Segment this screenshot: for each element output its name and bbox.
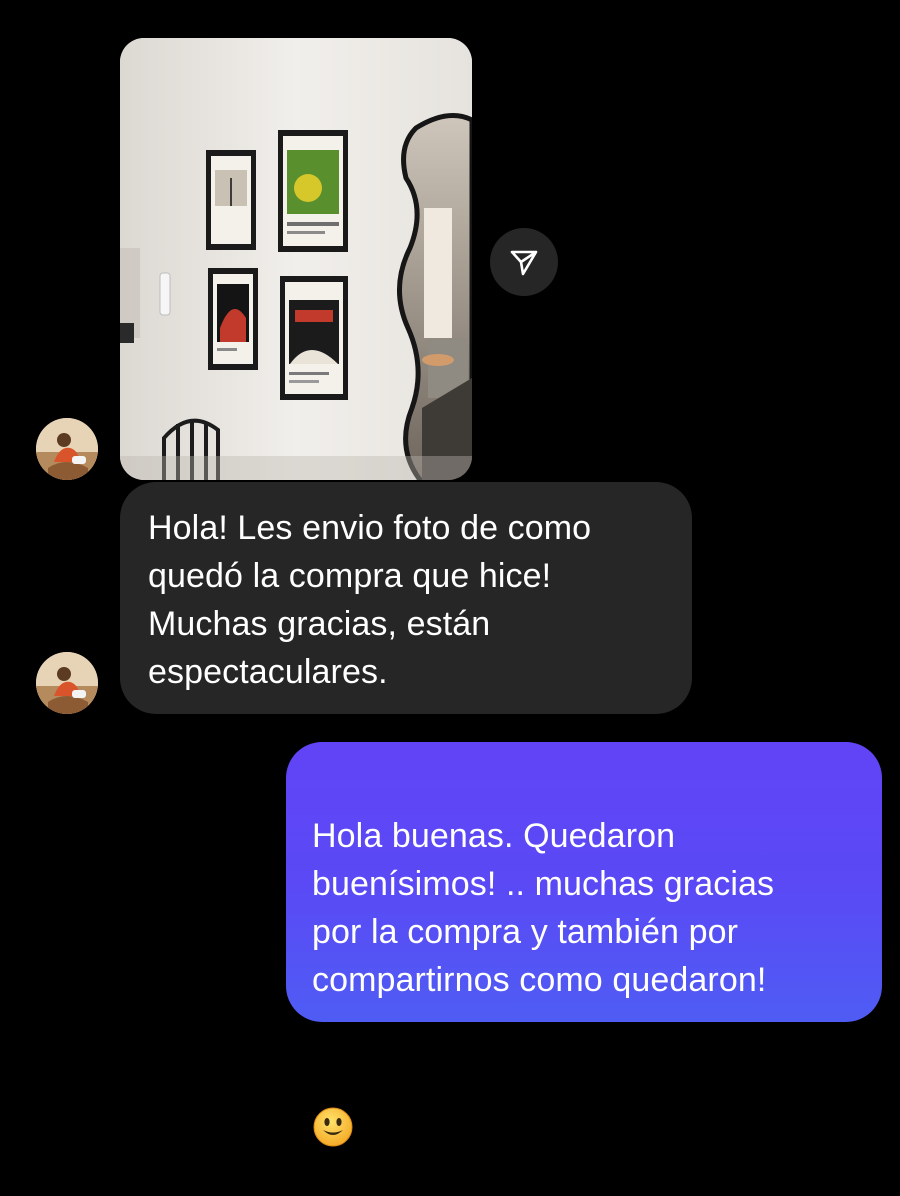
- photo-image: [120, 38, 472, 480]
- avatar-image: [36, 418, 98, 480]
- outgoing-message-bubble[interactable]: Hola buenas. Quedaron buenísimos! .. muc…: [286, 742, 882, 1147]
- outgoing-message-text: Hola buenas. Quedaron buenísimos! .. muc…: [312, 817, 775, 999]
- share-button[interactable]: [490, 228, 558, 296]
- shared-photo[interactable]: [120, 38, 472, 480]
- incoming-message-bubble[interactable]: Hola! Les envio foto de como quedó la co…: [120, 482, 692, 714]
- avatar-image: [36, 652, 98, 714]
- contact-avatar-message[interactable]: [36, 652, 98, 714]
- send-icon: [510, 250, 538, 276]
- contact-avatar[interactable]: [36, 418, 98, 480]
- emoji-line: [312, 1004, 858, 1147]
- smiling-face-emoji: [312, 1058, 354, 1147]
